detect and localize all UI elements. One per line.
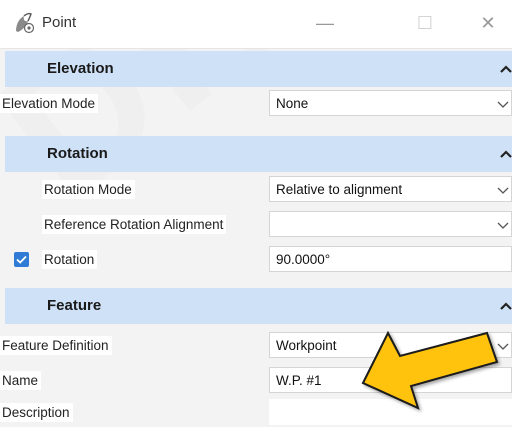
label-rotation: Rotation	[42, 250, 98, 269]
label-reference-rotation-alignment: Reference Rotation Alignment	[42, 215, 227, 234]
chevron-down-icon[interactable]	[496, 97, 510, 111]
section-header-elevation[interactable]: Elevation	[5, 51, 512, 87]
row-rotation-mode: Rotation Mode Relative to alignment	[0, 175, 512, 204]
section-title-feature: Feature	[47, 297, 102, 314]
name-input[interactable]: W.P. #1	[269, 367, 512, 393]
label-feature-definition: Feature Definition	[0, 336, 112, 355]
label-rotation-mode: Rotation Mode	[42, 180, 135, 199]
name-value: W.P. #1	[276, 373, 322, 388]
section-header-feature[interactable]: Feature	[5, 288, 512, 324]
row-rotation: Rotation 90.0000°	[0, 245, 512, 274]
chevron-down-icon[interactable]	[496, 183, 510, 197]
label-description: Description	[0, 403, 73, 422]
title-bar[interactable]: Point — ☐ ✕	[0, 0, 512, 49]
row-name: Name W.P. #1	[0, 366, 512, 395]
row-feature-definition: Feature Definition Workpoint	[0, 331, 512, 360]
point-properties-window: DRAFT Point — ☐ ✕ Elevation Elevation Mo…	[0, 0, 512, 427]
section-title-elevation: Elevation	[47, 60, 114, 77]
reference-rotation-alignment-dropdown[interactable]	[269, 211, 512, 237]
minimize-button[interactable]: —	[305, 8, 345, 38]
point-tool-icon	[12, 11, 36, 35]
label-name: Name	[0, 371, 42, 390]
section-title-rotation: Rotation	[47, 145, 108, 162]
close-button[interactable]: ✕	[468, 8, 508, 38]
label-elevation-mode: Elevation Mode	[0, 94, 99, 113]
row-reference-rotation-alignment: Reference Rotation Alignment	[0, 210, 512, 239]
rotation-input[interactable]: 90.0000°	[269, 246, 512, 272]
elevation-mode-dropdown[interactable]: None	[269, 90, 512, 116]
rotation-mode-value: Relative to alignment	[276, 182, 403, 197]
check-icon	[16, 255, 27, 264]
row-elevation-mode: Elevation Mode None	[0, 89, 512, 118]
window-title: Point	[42, 14, 77, 31]
chevron-up-icon[interactable]	[499, 62, 512, 76]
rotation-mode-dropdown[interactable]: Relative to alignment	[269, 176, 512, 202]
maximize-button[interactable]: ☐	[405, 8, 445, 38]
feature-definition-value: Workpoint	[276, 338, 337, 353]
section-header-rotation[interactable]: Rotation	[5, 136, 512, 172]
rotation-checkbox[interactable]	[14, 252, 29, 267]
feature-definition-dropdown[interactable]: Workpoint	[269, 332, 512, 358]
chevron-up-icon[interactable]	[499, 147, 512, 161]
row-description: Description	[0, 398, 512, 427]
elevation-mode-value: None	[276, 96, 309, 111]
chevron-up-icon[interactable]	[499, 299, 512, 313]
chevron-down-icon[interactable]	[496, 339, 510, 353]
description-input[interactable]	[269, 399, 512, 425]
chevron-down-icon[interactable]	[496, 218, 510, 232]
rotation-value: 90.0000°	[276, 252, 331, 267]
